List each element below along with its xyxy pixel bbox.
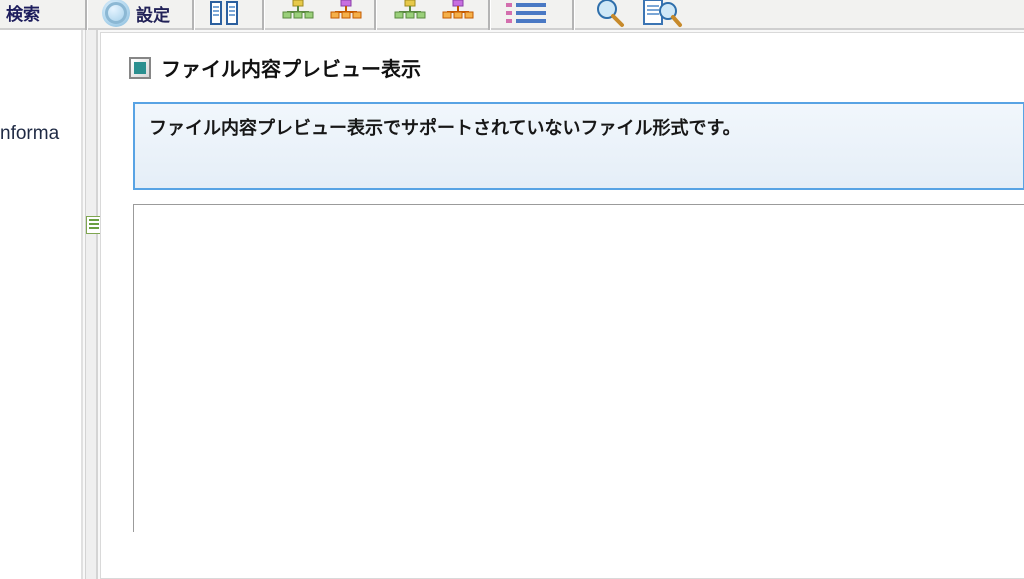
tree-view-icon-1[interactable] [278,0,318,28]
unsupported-message-box: ファイル内容プレビュー表示でサポートされていないファイル形式です。 [133,102,1024,190]
tree-view-icon-3[interactable] [390,0,430,28]
toolbar-divider [488,0,490,30]
gear-icon [102,0,130,27]
list-view-icon[interactable] [502,0,552,28]
toolbar-divider [192,0,194,30]
tree-view-icon-2[interactable] [326,0,366,28]
toolbar-divider [262,0,264,30]
sidebar: nforma [0,30,83,579]
settings-button[interactable]: 設定 [96,0,178,31]
toolbar-divider [85,0,87,30]
preview-panel: ファイル内容プレビュー表示 ファイル内容プレビュー表示でサポートされていないファ… [100,32,1024,579]
splitter-vertical[interactable] [85,30,98,579]
panel-header: ファイル内容プレビュー表示 [103,33,1024,102]
preview-content-area [133,204,1024,532]
unsupported-message-text: ファイル内容プレビュー表示でサポートされていないファイル形式です。 [149,114,1009,140]
tree-view-icon-4[interactable] [438,0,478,28]
compare-docs-icon[interactable] [205,0,245,28]
toolbar: 検索 設定 [0,0,1024,30]
toolbar-divider [374,0,376,30]
search-icon[interactable] [588,0,634,28]
search-label-fragment: 検索 [6,0,40,25]
toolbar-divider [572,0,574,30]
preview-icon [129,57,151,79]
settings-label: 設定 [136,1,170,26]
sidebar-item-label-fragment[interactable]: nforma [0,123,59,145]
panel-title: ファイル内容プレビュー表示 [161,53,421,82]
search-doc-icon[interactable] [640,0,686,28]
